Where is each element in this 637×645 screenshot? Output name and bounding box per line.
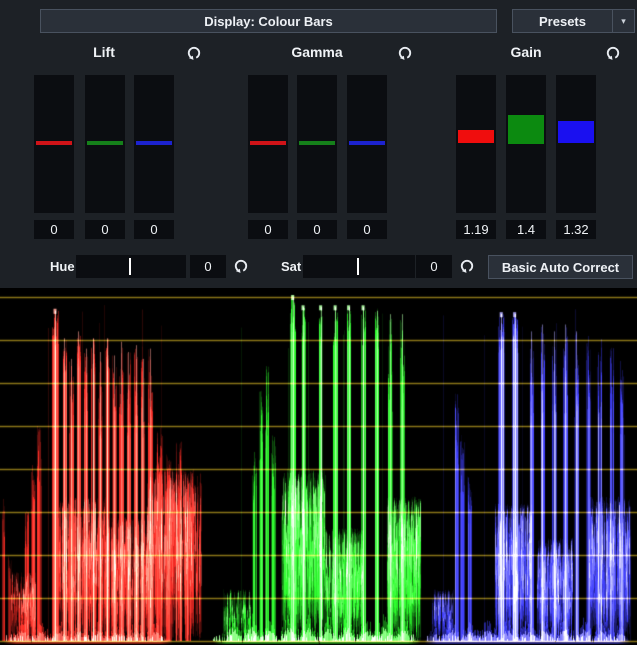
lift-red-value[interactable]: 0 [34,220,74,239]
reset-arrow-icon [605,45,621,61]
rgb-parade-waveform [0,288,637,645]
hue-label: Hue [50,256,75,278]
gamma-blue-handle[interactable] [349,141,385,145]
lift-blue-value[interactable]: 0 [134,220,174,239]
sat-label: Sat [281,256,301,278]
lift-blue-handle[interactable] [136,141,172,145]
colour-correction-panel: Display: Colour Bars Presets ▾ Lift000Ga… [0,0,637,645]
hue-value[interactable]: 0 [190,255,226,278]
presets-label: Presets [513,14,612,29]
hue-slider[interactable] [76,255,186,278]
sat-reset-icon[interactable] [459,258,475,274]
lift-green-slider[interactable] [85,75,125,213]
gain-red-slider[interactable] [456,75,496,213]
gamma-reset-icon[interactable] [397,45,413,61]
reset-arrow-icon [186,45,202,61]
lift-red-slider[interactable] [34,75,74,213]
gamma-green-slider[interactable] [297,75,337,213]
sat-value[interactable]: 0 [416,255,452,278]
gain-green-handle[interactable] [508,115,544,144]
section-title-gamma: Gamma [257,44,377,60]
rgb-parade-scope [0,288,637,645]
gamma-red-slider[interactable] [248,75,288,213]
basic-auto-correct-button[interactable]: Basic Auto Correct [488,255,633,279]
reset-arrow-icon [233,258,249,274]
gamma-green-value[interactable]: 0 [297,220,337,239]
display-mode-label: Display: Colour Bars [204,14,333,29]
section-title-gain: Gain [466,44,586,60]
sat-slider[interactable] [303,255,415,278]
lift-red-handle[interactable] [36,141,72,145]
gain-red-handle[interactable] [458,130,494,143]
gain-reset-icon[interactable] [605,45,621,61]
section-title-lift: Lift [44,44,164,60]
gamma-red-value[interactable]: 0 [248,220,288,239]
hue-slider-handle[interactable] [129,258,131,275]
reset-arrow-icon [459,258,475,274]
gain-blue-value[interactable]: 1.32 [556,220,596,239]
gain-red-value[interactable]: 1.19 [456,220,496,239]
lift-blue-slider[interactable] [134,75,174,213]
lift-reset-icon[interactable] [186,45,202,61]
basic-auto-correct-label: Basic Auto Correct [502,260,619,275]
gamma-blue-value[interactable]: 0 [347,220,387,239]
gamma-green-handle[interactable] [299,141,335,145]
display-mode-button[interactable]: Display: Colour Bars [40,9,497,33]
sat-slider-handle[interactable] [357,258,359,275]
gamma-red-handle[interactable] [250,141,286,145]
reset-arrow-icon [397,45,413,61]
lift-green-value[interactable]: 0 [85,220,125,239]
hue-reset-icon[interactable] [233,258,249,274]
presets-button[interactable]: Presets ▾ [512,9,635,33]
gamma-blue-slider[interactable] [347,75,387,213]
lift-green-handle[interactable] [87,141,123,145]
gain-blue-handle[interactable] [558,121,594,143]
gain-green-value[interactable]: 1.4 [506,220,546,239]
gain-blue-slider[interactable] [556,75,596,213]
gain-green-slider[interactable] [506,75,546,213]
presets-dropdown-arrow-icon[interactable]: ▾ [612,10,634,32]
